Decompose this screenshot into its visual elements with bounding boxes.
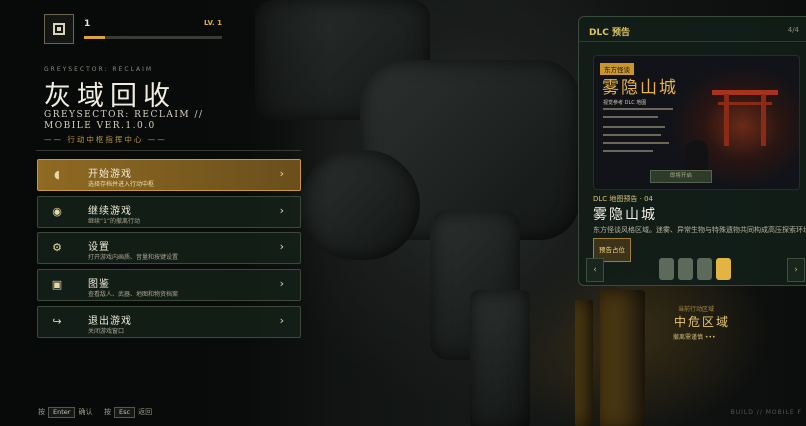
settings-button[interactable]: ⚙ 设置 打开游戏内画质、音量和按键设置 ›	[37, 232, 301, 264]
exit-arrow-icon: ↪	[52, 315, 62, 328]
continue-game-button[interactable]: ◉ 继续游戏 继续“1”的撤离行动 ›	[37, 196, 301, 228]
level-tag: LV. 1	[204, 19, 222, 27]
profile-icon[interactable]	[44, 14, 74, 44]
hint-prefix: 按	[38, 408, 45, 416]
image-subtitle: 视觉参考 DLC 地图	[603, 100, 647, 106]
hint-prefix: 按	[104, 408, 111, 416]
menu-title: 退出游戏	[88, 316, 132, 327]
menu-desc: 打开游戏内画质、音量和按键设置	[88, 254, 179, 261]
menu-desc: 继续“1”的撤离行动	[88, 218, 141, 225]
menu-desc: 查看敌人、武器、地图和物资档案	[88, 291, 179, 298]
dlc-prev-button[interactable]: ‹	[586, 258, 604, 282]
codex-button[interactable]: ▣ 图鉴 查看敌人、武器、地图和物资档案 ›	[37, 269, 301, 301]
gear-icon: ⚙	[52, 241, 62, 254]
page-title: 灰域回收	[44, 81, 176, 112]
dlc-header: DLC 预告	[589, 28, 630, 38]
area-name: 中危区域	[674, 315, 731, 329]
dlc-description: 东方怪谈风格区域。迷雾、异常生物与特殊遗物共同构成高压探索环境。	[593, 226, 806, 234]
menu-desc: 关闭游戏窗口	[88, 328, 125, 335]
current-area-card: 当前行动区域 中危区域 撤离需谨慎 •••	[665, 300, 761, 346]
menu-title: 设置	[88, 242, 110, 253]
esc-key: Esc	[114, 407, 136, 418]
menu-title: 开始游戏	[88, 169, 132, 180]
hint-action: 确认	[78, 408, 93, 416]
chevron-right-icon: ›	[279, 314, 284, 327]
enter-key: Enter	[48, 407, 76, 418]
dlc-next-button[interactable]: ›	[787, 258, 805, 282]
dlc-slide-dot[interactable]	[659, 258, 674, 280]
chevron-right-icon: ›	[279, 204, 284, 217]
half-circle-icon: ◖	[54, 168, 60, 181]
dlc-preview-panel: DLC 预告 4/4 东方怪谈 雾隐山城 视觉参考 DLC 地图 即将开启 DL…	[578, 16, 806, 286]
menu-desc: 选择存档并进入行动中枢	[88, 181, 155, 188]
chevron-right-icon: ›	[279, 277, 284, 290]
target-icon: ◉	[52, 205, 62, 218]
square-icon: ▣	[51, 278, 63, 291]
hint-action: 返回	[138, 408, 153, 416]
dlc-slide-dot[interactable]	[697, 258, 712, 280]
image-title: 雾隐山城	[602, 78, 678, 98]
menu-title: 图鉴	[88, 279, 110, 290]
xp-progress-fill	[84, 36, 105, 39]
divider	[36, 150, 301, 151]
chevron-right-icon: ›	[279, 167, 284, 180]
dlc-page-indicator: 4/4	[787, 26, 799, 34]
start-game-button[interactable]: ◖ 开始游戏 选择存档并进入行动中枢 ›	[37, 159, 301, 191]
dlc-kicker: DLC 地图预告 · 04	[593, 195, 653, 203]
title-small-en: GREYSECTOR: RECLAIM	[44, 66, 154, 73]
build-label: BUILD // MOBILE F	[730, 409, 802, 416]
area-kicker: 当前行动区域	[678, 306, 715, 313]
torii-icon	[712, 90, 778, 146]
enter-hint: 按 Enter 确认	[38, 407, 92, 418]
chevron-right-icon: ›	[279, 240, 284, 253]
exit-game-button[interactable]: ↪ 退出游戏 关闭游戏窗口 ›	[37, 306, 301, 338]
menu-title: 继续游戏	[88, 206, 132, 217]
level-value: 1	[84, 19, 91, 29]
title-subline: —— 行动中枢指挥中心 ——	[44, 135, 167, 144]
esc-hint: 按 Esc 返回	[104, 407, 152, 418]
dlc-slide-dot-active[interactable]	[716, 258, 731, 280]
xp-progress-bar	[84, 36, 222, 39]
image-button: 即将开启	[650, 170, 712, 183]
title-english: GREYSECTOR: RECLAIM // MOBILE VER.1.0.0	[44, 110, 204, 131]
dlc-preview-image[interactable]: 东方怪谈 雾隐山城 视觉参考 DLC 地图 即将开启	[593, 55, 800, 190]
dlc-slide-dot[interactable]	[678, 258, 693, 280]
dlc-map-name: 雾隐山城	[593, 207, 657, 223]
area-status: 撤离需谨慎 •••	[673, 334, 716, 341]
